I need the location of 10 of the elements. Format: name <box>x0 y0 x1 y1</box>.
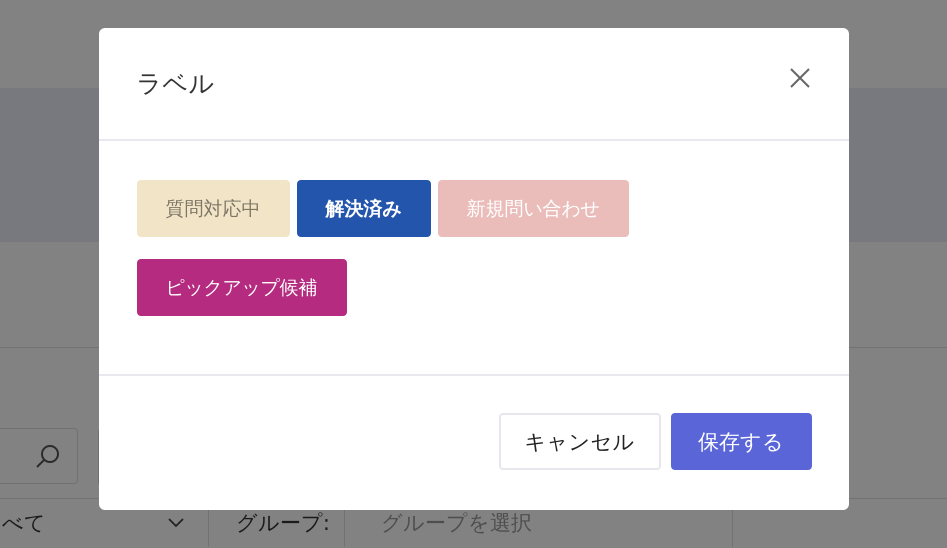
label-tag[interactable]: ピックアップ候補 <box>136 259 346 316</box>
label-tag[interactable]: 解決済み <box>296 180 430 237</box>
search-icon <box>35 443 61 469</box>
close-button[interactable] <box>788 66 810 88</box>
caret-icon <box>168 518 184 528</box>
group-label: グループ: <box>234 510 331 537</box>
cancel-button[interactable]: キャンセル <box>498 413 660 470</box>
save-button[interactable]: 保存する <box>670 413 812 470</box>
dialog-title: ラベル <box>136 68 214 100</box>
label-tag[interactable]: 質問対応中 <box>136 180 290 237</box>
